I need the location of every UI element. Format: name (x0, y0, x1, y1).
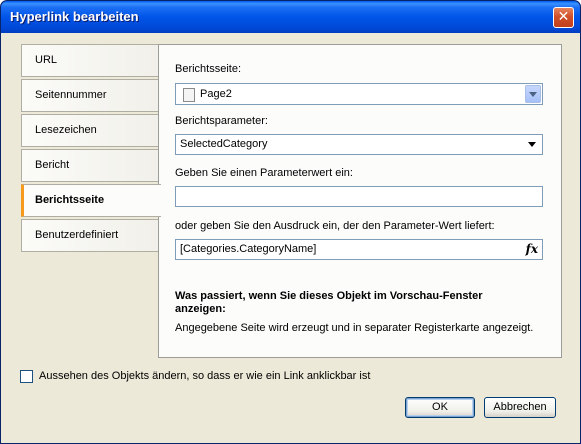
expression-input[interactable]: [Categories.CategoryName] fx (175, 239, 543, 260)
close-button[interactable]: ✕ (553, 7, 574, 28)
tab-panel-berichtsseite: Berichtsseite: Page2 Berichtsparameter: … (158, 44, 562, 358)
expression-text: [Categories.CategoryName] (180, 243, 317, 255)
report-param-select[interactable]: SelectedCategory (175, 134, 543, 155)
param-value-input[interactable] (175, 186, 543, 207)
report-page-label: Berichtsseite: (175, 63, 242, 75)
report-page-value: Page2 (200, 88, 232, 100)
info-title: Was passiert, wenn Sie dieses Objekt im … (175, 290, 483, 315)
tab-lesezeichen[interactable]: Lesezeichen (21, 114, 159, 147)
tab-url[interactable]: URL (21, 44, 159, 77)
tab-berichtsseite[interactable]: Berichtsseite (21, 184, 161, 217)
cancel-button[interactable]: Abbrechen (484, 397, 556, 418)
chevron-down-icon[interactable] (525, 85, 541, 103)
tab-seitennummer[interactable]: Seitennummer (21, 79, 159, 112)
title-bar[interactable]: Hyperlink bearbeiten ✕ (1, 1, 580, 33)
link-style-checkbox[interactable] (20, 370, 33, 383)
report-page-select[interactable]: Page2 (175, 83, 543, 105)
dialog-title: Hyperlink bearbeiten (10, 9, 139, 24)
info-text: Angegebene Seite wird erzeugt und in sep… (175, 322, 534, 334)
dialog-window: Hyperlink bearbeiten ✕ URL Seitennummer … (0, 0, 581, 444)
expression-editor-icon[interactable]: fx (526, 242, 538, 256)
expression-label: oder geben Sie den Ausdruck ein, der den… (175, 220, 495, 232)
report-param-value: SelectedCategory (180, 138, 268, 150)
tab-bericht[interactable]: Bericht (21, 149, 159, 182)
tab-benutzerdefiniert[interactable]: Benutzerdefiniert (21, 219, 159, 252)
param-value-label: Geben Sie einen Parameterwert ein: (175, 167, 353, 179)
ok-button[interactable]: OK (405, 397, 475, 418)
dropdown-arrow-icon[interactable] (528, 142, 536, 147)
dialog-client-area: URL Seitennummer Lesezeichen Bericht Ber… (4, 33, 577, 440)
page-icon (183, 88, 195, 102)
link-style-checkbox-label[interactable]: Aussehen des Objekts ändern, so dass er … (39, 370, 370, 382)
report-param-label: Berichtsparameter: (175, 115, 268, 127)
